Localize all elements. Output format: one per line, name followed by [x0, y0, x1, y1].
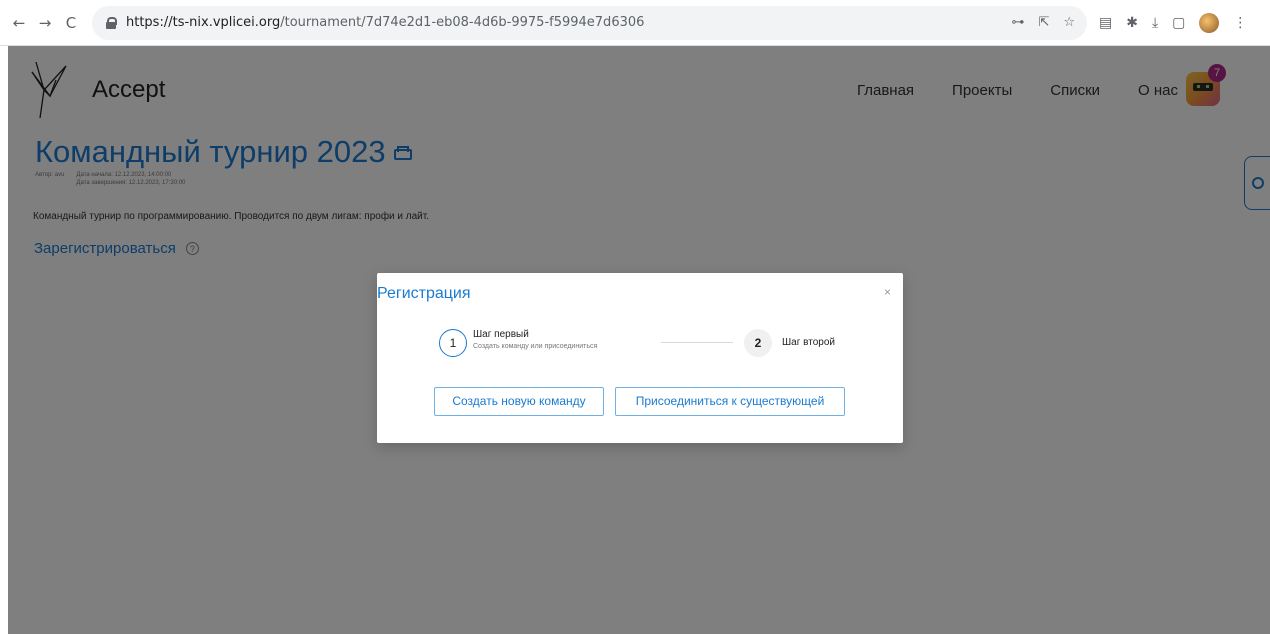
join-team-button[interactable]: Присоединиться к существующей [615, 387, 845, 416]
download-icon[interactable]: ⤓ [1152, 15, 1158, 31]
sidepanel-icon[interactable]: ▢ [1172, 15, 1185, 31]
close-icon[interactable]: × [884, 285, 891, 299]
create-team-button[interactable]: Создать новую команду [434, 387, 604, 416]
step1-title: Шаг первый [473, 329, 529, 340]
share-icon[interactable]: ⇱ [1038, 15, 1049, 30]
step1-number: 1 [439, 329, 467, 357]
modal-title: Регистрация [377, 285, 471, 302]
key-icon[interactable]: ⊶ [1011, 15, 1024, 30]
url-path: /tournament/7d74e2d1-eb08-4d6b-9975-f599… [280, 15, 645, 30]
step2-title: Шаг второй [782, 337, 835, 348]
forward-icon[interactable]: → [34, 12, 56, 34]
step1-description: Создать команду или присоединиться [473, 343, 598, 350]
profile-avatar-icon[interactable] [1199, 12, 1220, 33]
star-icon[interactable]: ☆ [1063, 15, 1075, 30]
reload-icon[interactable]: C [60, 12, 82, 34]
step2-number: 2 [744, 329, 772, 357]
extension-icon[interactable]: ▤ [1099, 15, 1112, 31]
registration-modal: Регистрация × 1 Шаг первый Создать коман… [377, 273, 903, 443]
browser-toolbar: ← → C https://ts-nix.vplicei.org/tournam… [0, 0, 1270, 46]
menu-icon[interactable]: ⋮ [1233, 15, 1247, 31]
back-icon[interactable]: ← [8, 12, 30, 34]
address-bar[interactable]: https://ts-nix.vplicei.org/tournament/7d… [92, 5, 1087, 40]
step-connector [661, 342, 733, 343]
url-host: https://ts-nix.vplicei.org [126, 15, 281, 30]
steps-indicator: 1 Шаг первый Создать команду или присоед… [439, 329, 849, 359]
lock-icon[interactable] [106, 16, 117, 29]
puzzle-icon[interactable]: ✱ [1126, 15, 1138, 31]
